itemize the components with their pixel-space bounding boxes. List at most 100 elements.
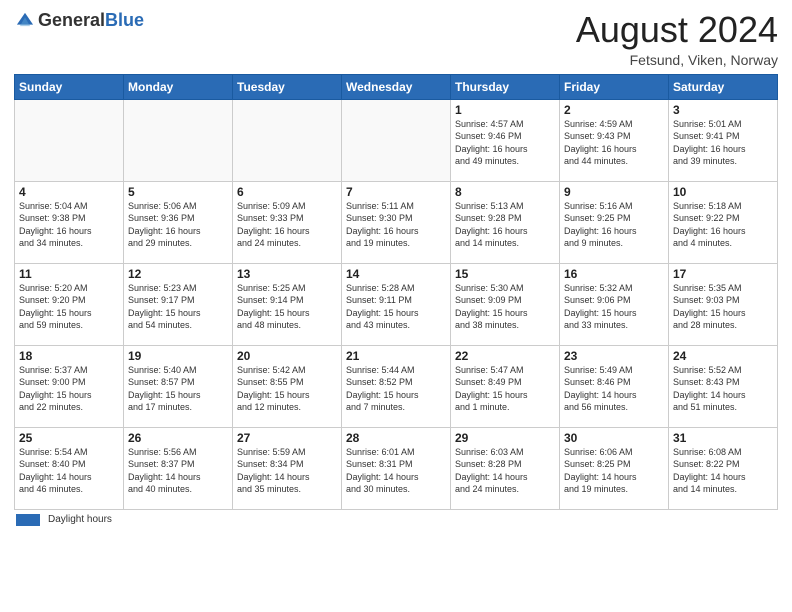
logo-blue-text: Blue [105, 10, 144, 30]
calendar-week-3: 11Sunrise: 5:20 AMSunset: 9:20 PMDayligh… [15, 263, 778, 345]
calendar-cell: 12Sunrise: 5:23 AMSunset: 9:17 PMDayligh… [124, 263, 233, 345]
day-info: Sunrise: 5:47 AMSunset: 8:49 PMDaylight:… [455, 364, 555, 414]
day-number: 31 [673, 431, 773, 445]
calendar-cell: 27Sunrise: 5:59 AMSunset: 8:34 PMDayligh… [233, 427, 342, 509]
calendar-cell: 4Sunrise: 5:04 AMSunset: 9:38 PMDaylight… [15, 181, 124, 263]
day-number: 28 [346, 431, 446, 445]
day-number: 1 [455, 103, 555, 117]
calendar-cell: 8Sunrise: 5:13 AMSunset: 9:28 PMDaylight… [451, 181, 560, 263]
calendar-header-row: SundayMondayTuesdayWednesdayThursdayFrid… [15, 74, 778, 99]
day-number: 17 [673, 267, 773, 281]
day-info: Sunrise: 5:44 AMSunset: 8:52 PMDaylight:… [346, 364, 446, 414]
calendar-cell: 22Sunrise: 5:47 AMSunset: 8:49 PMDayligh… [451, 345, 560, 427]
calendar-cell: 16Sunrise: 5:32 AMSunset: 9:06 PMDayligh… [560, 263, 669, 345]
col-header-sunday: Sunday [15, 74, 124, 99]
day-number: 9 [564, 185, 664, 199]
calendar-cell: 14Sunrise: 5:28 AMSunset: 9:11 PMDayligh… [342, 263, 451, 345]
day-number: 13 [237, 267, 337, 281]
calendar-cell: 2Sunrise: 4:59 AMSunset: 9:43 PMDaylight… [560, 99, 669, 181]
daylight-swatch [16, 514, 40, 526]
calendar-cell [233, 99, 342, 181]
day-info: Sunrise: 5:01 AMSunset: 9:41 PMDaylight:… [673, 118, 773, 168]
day-number: 16 [564, 267, 664, 281]
title-block: August 2024 Fetsund, Viken, Norway [576, 10, 778, 68]
day-info: Sunrise: 5:35 AMSunset: 9:03 PMDaylight:… [673, 282, 773, 332]
col-header-friday: Friday [560, 74, 669, 99]
calendar-cell: 5Sunrise: 5:06 AMSunset: 9:36 PMDaylight… [124, 181, 233, 263]
month-year: August 2024 [576, 10, 778, 50]
calendar-cell: 20Sunrise: 5:42 AMSunset: 8:55 PMDayligh… [233, 345, 342, 427]
day-number: 8 [455, 185, 555, 199]
calendar-week-1: 1Sunrise: 4:57 AMSunset: 9:46 PMDaylight… [15, 99, 778, 181]
calendar-week-4: 18Sunrise: 5:37 AMSunset: 9:00 PMDayligh… [15, 345, 778, 427]
day-info: Sunrise: 5:54 AMSunset: 8:40 PMDaylight:… [19, 446, 119, 496]
day-info: Sunrise: 5:06 AMSunset: 9:36 PMDaylight:… [128, 200, 228, 250]
day-info: Sunrise: 5:13 AMSunset: 9:28 PMDaylight:… [455, 200, 555, 250]
logo-general-text: General [38, 10, 105, 30]
day-info: Sunrise: 5:18 AMSunset: 9:22 PMDaylight:… [673, 200, 773, 250]
header: GeneralBlue August 2024 Fetsund, Viken, … [14, 10, 778, 68]
day-number: 18 [19, 349, 119, 363]
day-info: Sunrise: 5:11 AMSunset: 9:30 PMDaylight:… [346, 200, 446, 250]
calendar-cell: 17Sunrise: 5:35 AMSunset: 9:03 PMDayligh… [669, 263, 778, 345]
calendar-week-2: 4Sunrise: 5:04 AMSunset: 9:38 PMDaylight… [15, 181, 778, 263]
col-header-monday: Monday [124, 74, 233, 99]
calendar-table: SundayMondayTuesdayWednesdayThursdayFrid… [14, 74, 778, 510]
day-number: 6 [237, 185, 337, 199]
calendar-cell: 19Sunrise: 5:40 AMSunset: 8:57 PMDayligh… [124, 345, 233, 427]
calendar-cell: 9Sunrise: 5:16 AMSunset: 9:25 PMDaylight… [560, 181, 669, 263]
day-info: Sunrise: 5:52 AMSunset: 8:43 PMDaylight:… [673, 364, 773, 414]
day-number: 15 [455, 267, 555, 281]
calendar-cell: 15Sunrise: 5:30 AMSunset: 9:09 PMDayligh… [451, 263, 560, 345]
day-info: Sunrise: 5:40 AMSunset: 8:57 PMDaylight:… [128, 364, 228, 414]
day-info: Sunrise: 4:57 AMSunset: 9:46 PMDaylight:… [455, 118, 555, 168]
day-number: 24 [673, 349, 773, 363]
calendar-cell: 28Sunrise: 6:01 AMSunset: 8:31 PMDayligh… [342, 427, 451, 509]
calendar-cell [342, 99, 451, 181]
day-number: 11 [19, 267, 119, 281]
calendar-cell: 7Sunrise: 5:11 AMSunset: 9:30 PMDaylight… [342, 181, 451, 263]
calendar-cell: 3Sunrise: 5:01 AMSunset: 9:41 PMDaylight… [669, 99, 778, 181]
daylight-label: Daylight hours [48, 514, 112, 525]
day-number: 26 [128, 431, 228, 445]
day-info: Sunrise: 4:59 AMSunset: 9:43 PMDaylight:… [564, 118, 664, 168]
day-number: 19 [128, 349, 228, 363]
day-info: Sunrise: 5:59 AMSunset: 8:34 PMDaylight:… [237, 446, 337, 496]
day-info: Sunrise: 5:16 AMSunset: 9:25 PMDaylight:… [564, 200, 664, 250]
day-number: 23 [564, 349, 664, 363]
location: Fetsund, Viken, Norway [576, 52, 778, 68]
day-info: Sunrise: 5:09 AMSunset: 9:33 PMDaylight:… [237, 200, 337, 250]
day-info: Sunrise: 5:28 AMSunset: 9:11 PMDaylight:… [346, 282, 446, 332]
calendar-week-5: 25Sunrise: 5:54 AMSunset: 8:40 PMDayligh… [15, 427, 778, 509]
day-number: 25 [19, 431, 119, 445]
day-number: 4 [19, 185, 119, 199]
calendar-cell [124, 99, 233, 181]
logo-icon [14, 10, 36, 32]
calendar-cell: 29Sunrise: 6:03 AMSunset: 8:28 PMDayligh… [451, 427, 560, 509]
day-number: 7 [346, 185, 446, 199]
col-header-tuesday: Tuesday [233, 74, 342, 99]
day-number: 3 [673, 103, 773, 117]
calendar-cell: 21Sunrise: 5:44 AMSunset: 8:52 PMDayligh… [342, 345, 451, 427]
calendar-cell: 26Sunrise: 5:56 AMSunset: 8:37 PMDayligh… [124, 427, 233, 509]
day-number: 10 [673, 185, 773, 199]
calendar-cell: 24Sunrise: 5:52 AMSunset: 8:43 PMDayligh… [669, 345, 778, 427]
day-info: Sunrise: 6:06 AMSunset: 8:25 PMDaylight:… [564, 446, 664, 496]
day-info: Sunrise: 5:42 AMSunset: 8:55 PMDaylight:… [237, 364, 337, 414]
day-number: 22 [455, 349, 555, 363]
day-info: Sunrise: 5:23 AMSunset: 9:17 PMDaylight:… [128, 282, 228, 332]
day-info: Sunrise: 5:37 AMSunset: 9:00 PMDaylight:… [19, 364, 119, 414]
day-number: 12 [128, 267, 228, 281]
col-header-thursday: Thursday [451, 74, 560, 99]
day-info: Sunrise: 5:04 AMSunset: 9:38 PMDaylight:… [19, 200, 119, 250]
calendar-cell: 23Sunrise: 5:49 AMSunset: 8:46 PMDayligh… [560, 345, 669, 427]
day-info: Sunrise: 5:56 AMSunset: 8:37 PMDaylight:… [128, 446, 228, 496]
day-number: 21 [346, 349, 446, 363]
logo: GeneralBlue [14, 10, 144, 32]
calendar-cell: 1Sunrise: 4:57 AMSunset: 9:46 PMDaylight… [451, 99, 560, 181]
calendar-cell: 18Sunrise: 5:37 AMSunset: 9:00 PMDayligh… [15, 345, 124, 427]
col-header-saturday: Saturday [669, 74, 778, 99]
calendar-cell: 30Sunrise: 6:06 AMSunset: 8:25 PMDayligh… [560, 427, 669, 509]
footer: Daylight hours [14, 514, 778, 526]
day-info: Sunrise: 6:03 AMSunset: 8:28 PMDaylight:… [455, 446, 555, 496]
